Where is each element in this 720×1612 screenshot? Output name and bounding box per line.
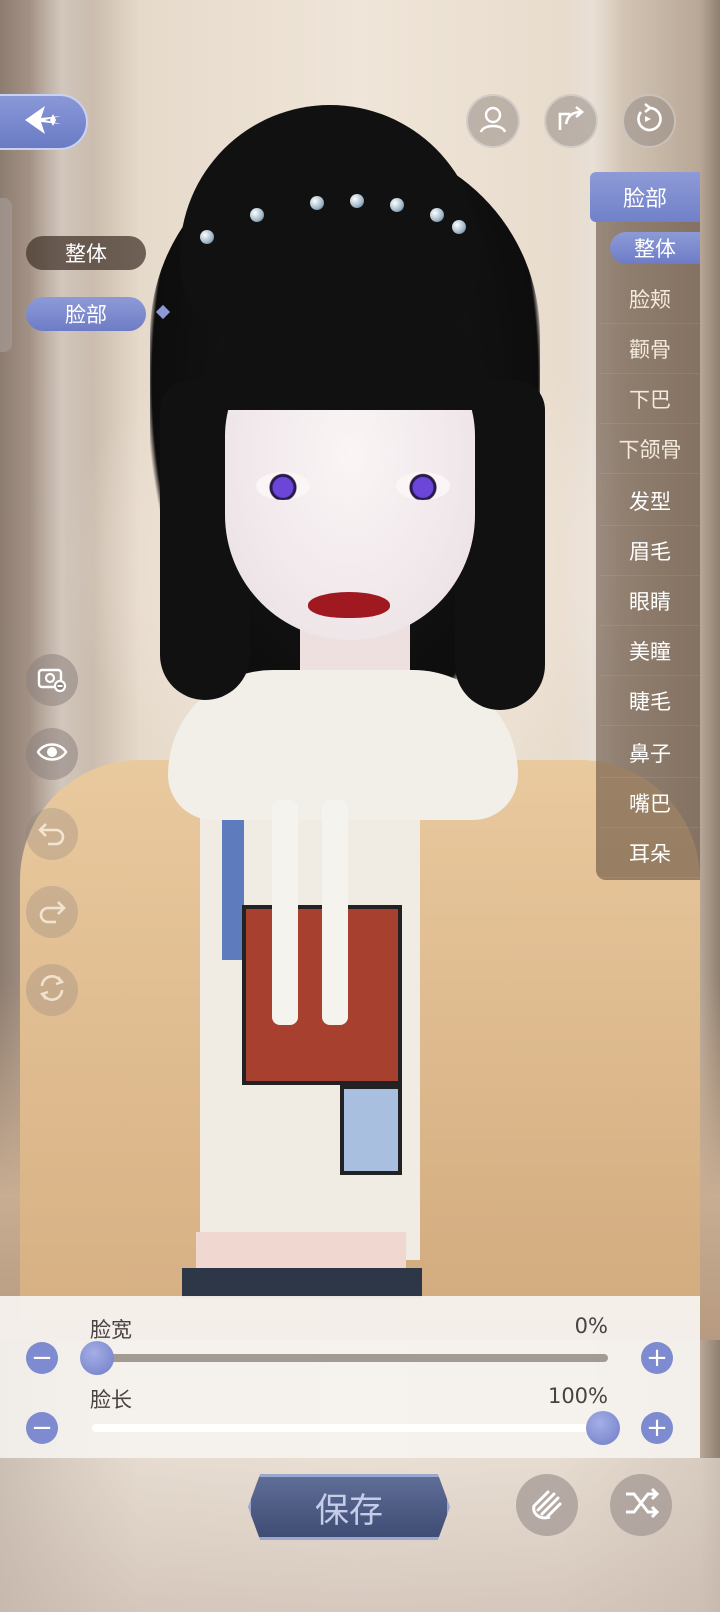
category-tab-label: 整体	[65, 242, 107, 266]
toggle-visibility-button[interactable]	[26, 728, 78, 780]
hand-icon	[528, 1484, 566, 1526]
menu-item-nose[interactable]: 鼻子	[600, 728, 700, 778]
slider-track-face-length[interactable]	[92, 1424, 608, 1432]
increase-face-width-button[interactable]: +	[641, 1342, 673, 1374]
slider-thumb-face-width[interactable]	[80, 1341, 114, 1375]
menu-subitem-label: 下颌骨	[618, 437, 682, 462]
portrait-button[interactable]	[466, 94, 520, 148]
menu-item-eyebrows[interactable]: 眉毛	[600, 526, 700, 576]
increase-face-length-button[interactable]: +	[641, 1412, 673, 1444]
plus-icon: +	[646, 1413, 668, 1443]
slider-label-face-width: 脸宽	[90, 1318, 132, 1342]
undo-icon	[36, 816, 68, 852]
category-tab-label: 脸部	[65, 303, 107, 327]
menu-item-eyes[interactable]: 眼睛	[600, 576, 700, 626]
menu-item-label: 眼睛	[629, 589, 671, 614]
portrait-icon	[476, 102, 510, 140]
eye-icon	[36, 736, 68, 772]
menu-item-label: 睫毛	[629, 689, 671, 714]
minus-icon: −	[31, 1343, 53, 1373]
menu-header-face[interactable]: 脸部	[590, 172, 700, 222]
category-tab-overall[interactable]: 整体	[26, 236, 146, 270]
save-button[interactable]: 保存	[248, 1474, 450, 1540]
save-button-label: 保存	[315, 1490, 383, 1531]
redo-icon	[36, 894, 68, 930]
pose-button[interactable]	[516, 1474, 578, 1536]
category-rail	[0, 198, 12, 352]
redo-button[interactable]	[26, 886, 78, 938]
menu-subitem-label: 整体	[634, 237, 676, 261]
menu-subitem-cheekbone[interactable]: 颧骨	[600, 324, 700, 374]
slider-value-face-width: 0%	[574, 1314, 608, 1338]
plus-icon: +	[646, 1343, 668, 1373]
camera-zoom-icon	[36, 662, 68, 698]
back-button[interactable]	[0, 94, 88, 150]
rotate-button[interactable]	[26, 964, 78, 1016]
menu-item-hairstyle[interactable]: 发型	[600, 476, 700, 526]
menu-subitem-label: 脸颊	[629, 287, 671, 312]
menu-subitem-jaw[interactable]: 下颌骨	[600, 424, 700, 474]
slider-label-face-length: 脸长	[90, 1388, 132, 1412]
menu-item-ears[interactable]: 耳朵	[600, 828, 700, 878]
minus-icon: −	[31, 1413, 53, 1443]
shuffle-icon	[622, 1484, 660, 1526]
menu-subitem-cheek[interactable]: 脸颊	[600, 274, 700, 324]
undo-button[interactable]	[26, 808, 78, 860]
camera-zoom-button[interactable]	[26, 654, 78, 706]
menu-subitem-label: 下巴	[629, 387, 671, 412]
menu-item-label: 耳朵	[629, 841, 671, 866]
reset-icon	[632, 102, 666, 140]
menu-item-label: 美瞳	[629, 639, 671, 664]
rotate-icon	[36, 972, 68, 1008]
menu-item-mouth[interactable]: 嘴巴	[600, 778, 700, 828]
menu-item-label: 眉毛	[629, 539, 671, 564]
reset-button[interactable]	[622, 94, 676, 148]
share-icon	[554, 102, 588, 140]
slider-thumb-face-length[interactable]	[586, 1411, 620, 1445]
menu-item-lashes[interactable]: 睫毛	[600, 676, 700, 726]
back-arrow-icon	[19, 100, 67, 144]
category-tab-face[interactable]: 脸部	[26, 297, 146, 331]
slider-track-face-width[interactable]	[92, 1354, 608, 1362]
menu-subitem-chin[interactable]: 下巴	[600, 374, 700, 424]
menu-header-label: 脸部	[622, 187, 667, 212]
menu-item-label: 鼻子	[629, 741, 671, 766]
share-button[interactable]	[544, 94, 598, 148]
randomize-button[interactable]	[610, 1474, 672, 1536]
slider-value-face-length: 100%	[547, 1384, 608, 1408]
active-indicator	[155, 304, 171, 320]
menu-item-label: 嘴巴	[629, 791, 671, 816]
menu-subitem-overall[interactable]: 整体	[610, 232, 700, 264]
decrease-face-width-button[interactable]: −	[26, 1342, 58, 1374]
menu-subitem-label: 颧骨	[629, 337, 671, 362]
menu-item-label: 发型	[629, 489, 671, 514]
menu-item-lenses[interactable]: 美瞳	[600, 626, 700, 676]
decrease-face-length-button[interactable]: −	[26, 1412, 58, 1444]
